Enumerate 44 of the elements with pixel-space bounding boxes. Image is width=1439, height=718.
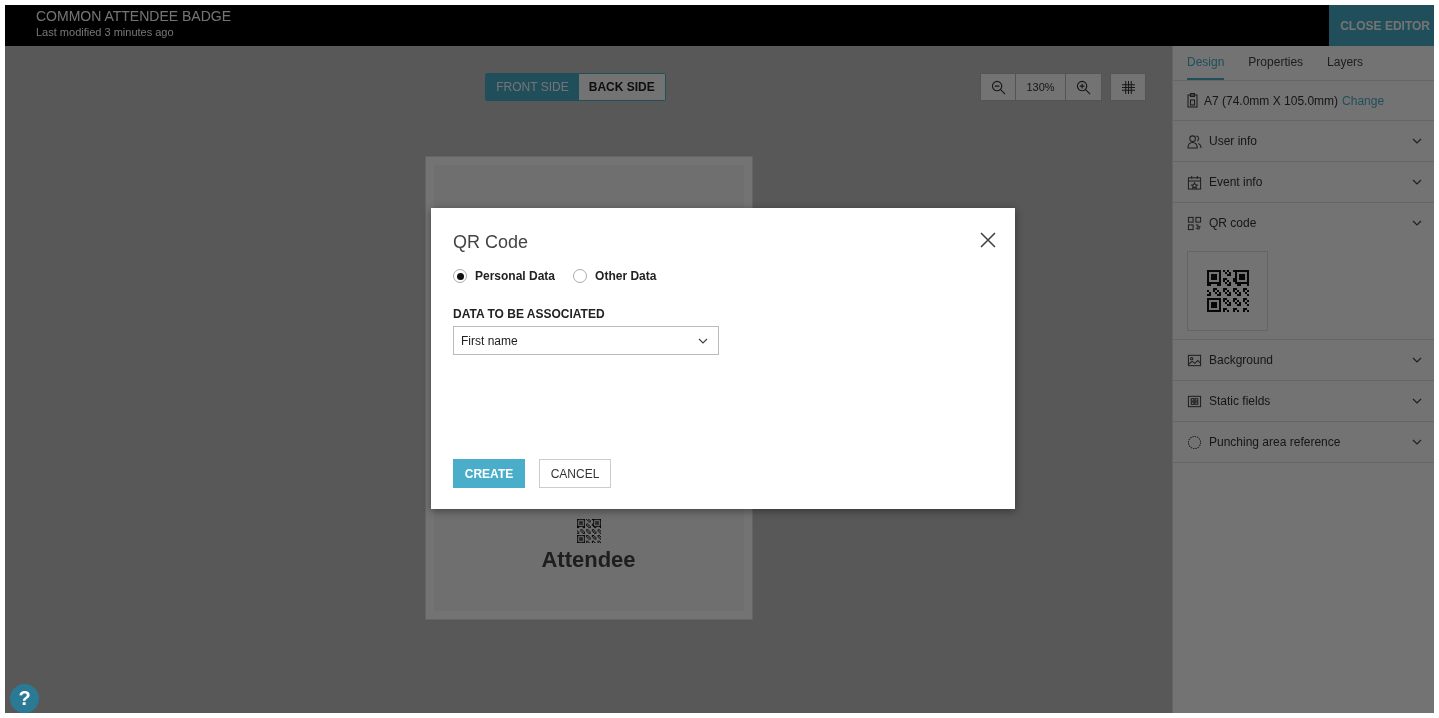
- qr-code-icon: [1187, 215, 1202, 231]
- cancel-button[interactable]: CANCEL: [539, 459, 611, 488]
- close-icon[interactable]: [979, 231, 997, 249]
- zoom-in-icon: [1076, 79, 1091, 95]
- chevron-down-icon: [1412, 179, 1422, 185]
- sidebar-tab[interactable]: Properties: [1248, 46, 1304, 80]
- badge-title: COMMON ATTENDEE BADGE: [36, 8, 231, 25]
- change-size-link[interactable]: Change: [1342, 93, 1385, 108]
- dashed-circle-icon: [1187, 434, 1202, 450]
- help-button[interactable]: ?: [10, 684, 39, 713]
- sidebar-tab[interactable]: Layers: [1327, 46, 1364, 80]
- qr-code-icon: [576, 519, 601, 543]
- grid-icon: [1121, 80, 1135, 94]
- grid-icon: [1187, 393, 1202, 409]
- data-type-radio[interactable]: Other Data: [573, 269, 657, 283]
- dialog-title: QR Code: [453, 232, 529, 253]
- image-icon: [1187, 352, 1202, 368]
- field-label: DATA TO BE ASSOCIATED: [453, 307, 606, 321]
- chevron-down-icon: [1412, 398, 1422, 404]
- chevron-down-icon: [1412, 439, 1422, 445]
- section-header[interactable]: Punching area reference: [1173, 422, 1434, 462]
- qr-code-icon: [1206, 270, 1249, 312]
- create-button[interactable]: CREATE: [453, 459, 525, 488]
- chevron-down-icon: [1412, 357, 1422, 363]
- section-header[interactable]: QR code: [1173, 203, 1434, 243]
- side-toggle-button[interactable]: BACK SIDE: [578, 74, 665, 100]
- user-icon: [1187, 133, 1202, 149]
- badge-size-text: A7 (74.0mm X 105.0mm): [1204, 93, 1339, 108]
- last-modified-text: Last modified 3 minutes ago: [36, 25, 174, 39]
- chevron-down-icon: [698, 337, 708, 344]
- chevron-down-icon: [1412, 220, 1422, 226]
- section-header[interactable]: Static fields: [1173, 381, 1434, 421]
- zoom-out-icon: [990, 79, 1006, 95]
- badge-size-icon: [1187, 93, 1198, 108]
- section-header[interactable]: Background: [1173, 340, 1434, 380]
- qr-preview[interactable]: [1187, 251, 1268, 331]
- section-header[interactable]: Event info: [1173, 162, 1434, 202]
- chevron-down-icon: [1412, 138, 1422, 144]
- section-header[interactable]: User info: [1173, 121, 1434, 161]
- grid-toggle-button[interactable]: [1110, 73, 1146, 101]
- badge-role-text: Attendee: [541, 547, 636, 573]
- data-select[interactable]: First name: [453, 326, 719, 355]
- data-type-radio[interactable]: Personal Data: [453, 269, 556, 283]
- calendar-icon: [1187, 174, 1202, 190]
